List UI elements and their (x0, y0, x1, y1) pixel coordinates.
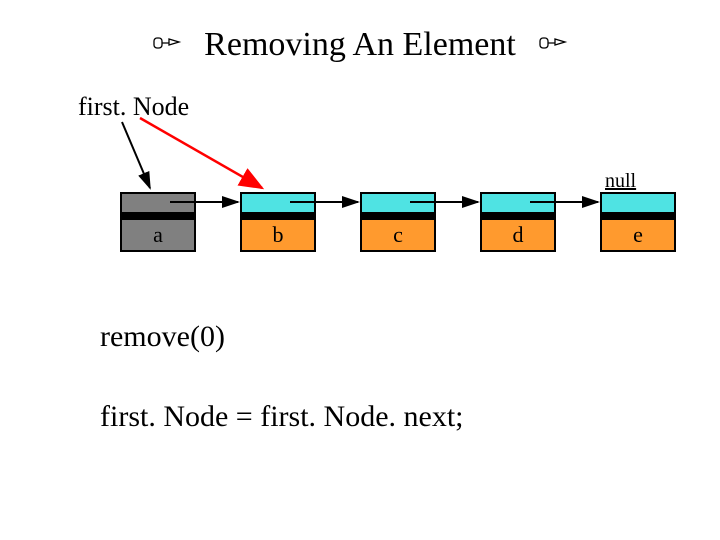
firstnode-label: first. Node (78, 92, 189, 122)
node-e-label: e (633, 222, 643, 248)
node-a-label: a (153, 222, 163, 248)
remove-call: remove(0) (100, 320, 225, 354)
node-c: c (360, 192, 436, 252)
arrows-overlay (0, 0, 720, 540)
node-b: b (240, 192, 316, 252)
node-b-label: b (273, 222, 284, 248)
title-text: Removing An Element (190, 26, 530, 64)
hand-left-icon (152, 26, 182, 64)
node-a: a (120, 192, 196, 252)
node-e: e (600, 192, 676, 252)
node-d-label: d (513, 222, 524, 248)
null-label: null (605, 170, 636, 193)
assign-statement: first. Node = first. Node. next; (100, 400, 464, 434)
node-c-label: c (393, 222, 403, 248)
node-d: d (480, 192, 556, 252)
hand-right-icon (538, 26, 568, 64)
slide-title: Removing An Element (0, 24, 720, 64)
